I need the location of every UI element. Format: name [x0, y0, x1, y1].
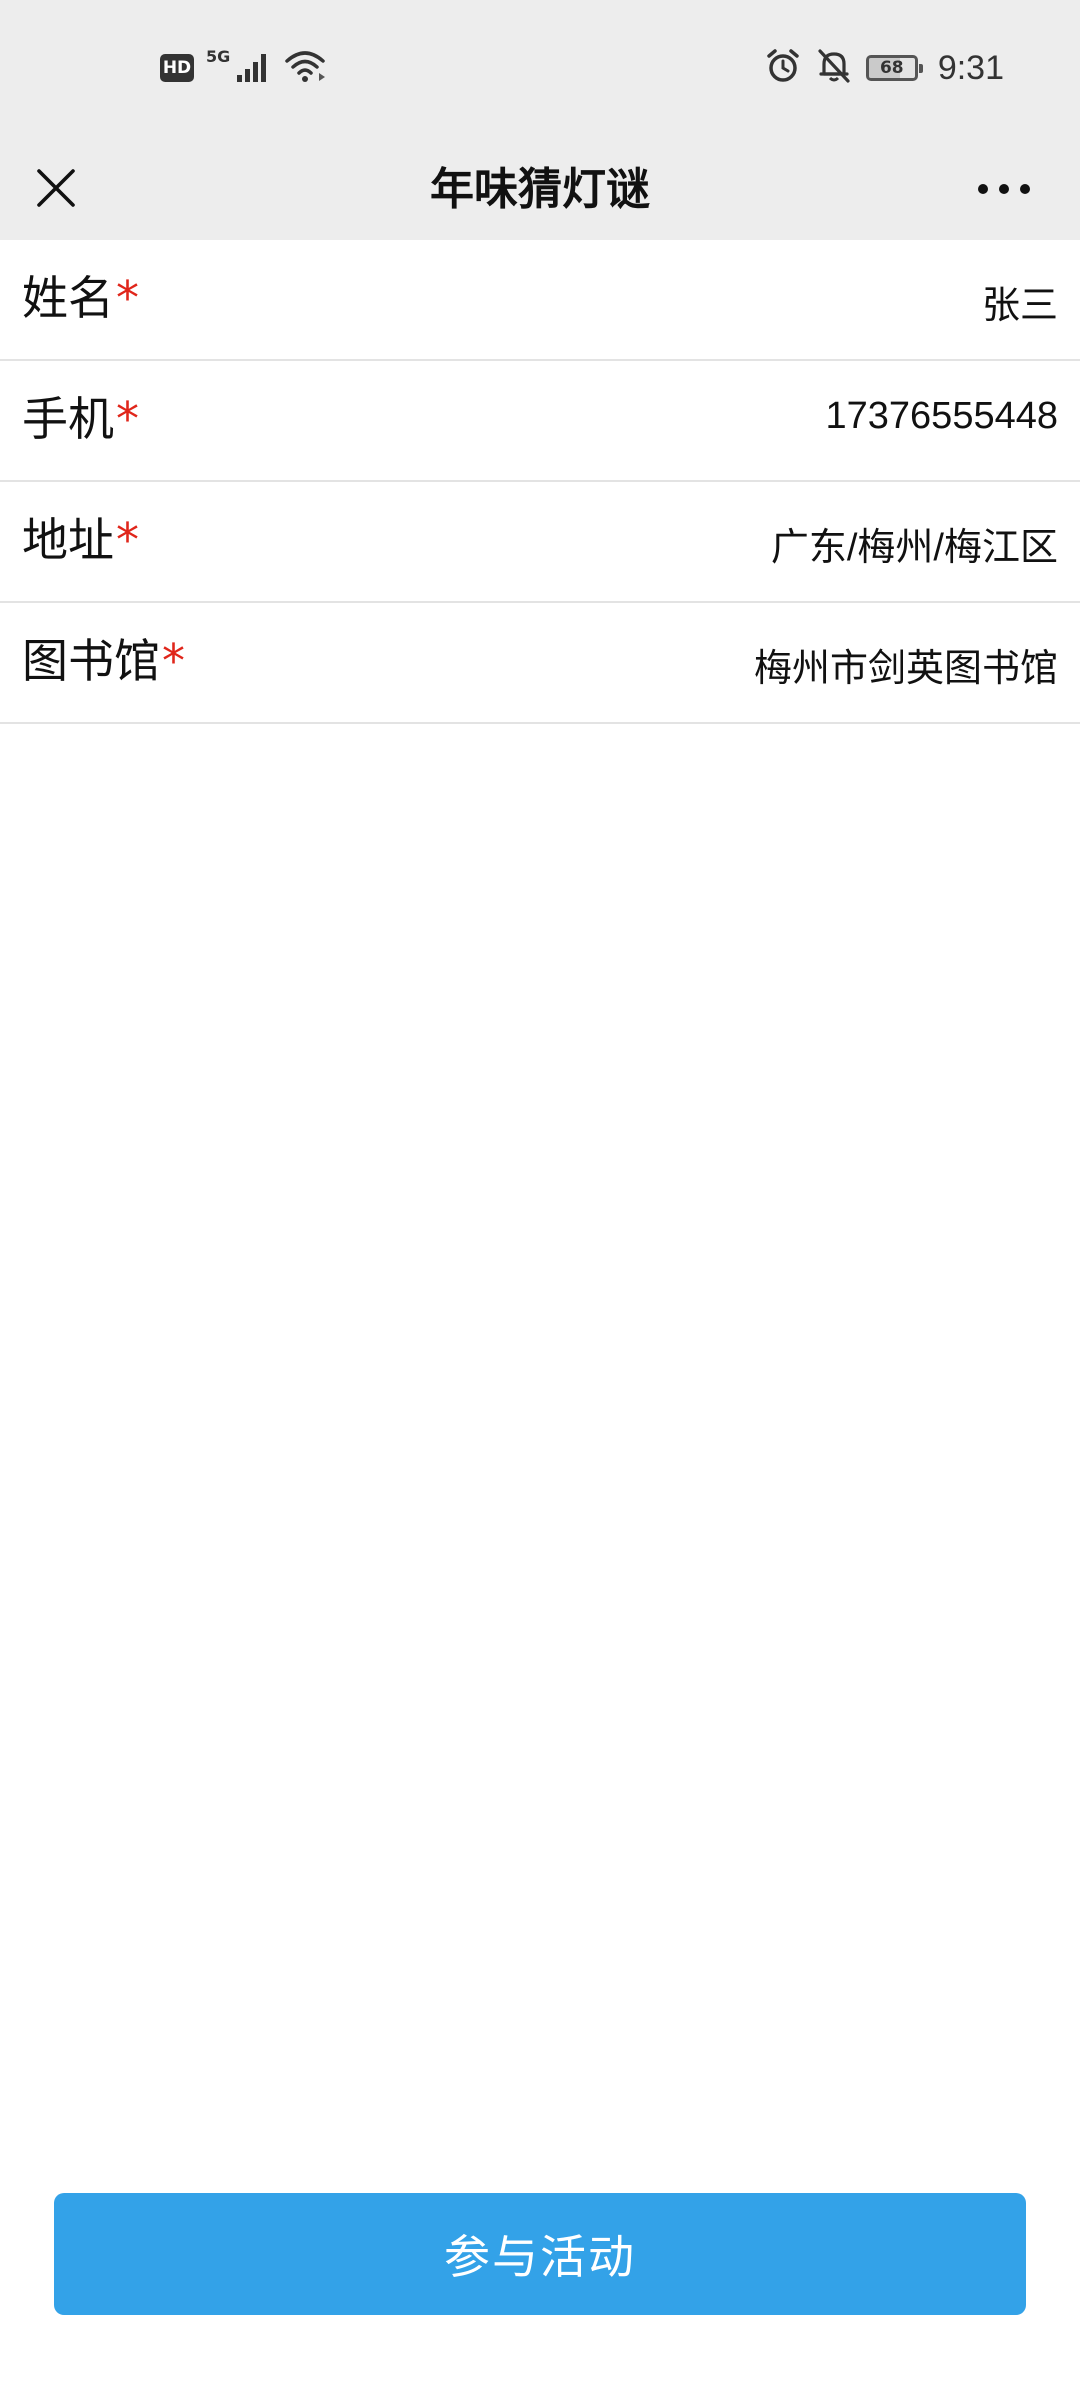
status-bar: HD 5G 68 9:31: [0, 0, 1080, 140]
form-row-name[interactable]: 姓名* 张三: [0, 240, 1080, 361]
status-bar-left: HD 5G: [160, 44, 326, 92]
address-value[interactable]: 广东/梅州/梅江区: [771, 516, 1058, 571]
more-options-button[interactable]: [968, 158, 1040, 222]
alarm-icon: [764, 47, 802, 89]
form-row-address[interactable]: 地址* 广东/梅州/梅江区: [0, 482, 1080, 603]
required-mark: *: [116, 513, 139, 567]
wifi-icon: [284, 49, 326, 87]
library-label: 图书馆: [22, 634, 160, 688]
signal-icon: [236, 49, 272, 87]
required-mark: *: [116, 271, 139, 325]
mute-bell-icon: [816, 47, 852, 89]
name-label: 姓名: [22, 271, 114, 325]
form-row-library[interactable]: 图书馆* 梅州市剑英图书馆: [0, 603, 1080, 724]
join-activity-button[interactable]: 参与活动: [54, 2193, 1026, 2315]
more-dots-icon: [976, 181, 1032, 200]
phone-label: 手机: [22, 392, 114, 446]
battery-level-text: 68: [879, 58, 904, 78]
required-mark: *: [116, 392, 139, 446]
form-row-phone[interactable]: 手机* 17376555448: [0, 361, 1080, 482]
required-mark: *: [162, 634, 185, 688]
library-value[interactable]: 梅州市剑英图书馆: [754, 637, 1058, 692]
network-type-label: 5G: [206, 46, 231, 66]
registration-form: 姓名* 张三 手机* 17376555448 地址* 广东/梅州/梅江区 图书馆…: [0, 240, 1080, 724]
status-bar-right: 68 9:31: [764, 44, 1004, 92]
page-title: 年味猜灯谜: [430, 164, 650, 215]
name-value[interactable]: 张三: [982, 274, 1058, 329]
title-bar: 年味猜灯谜: [0, 140, 1080, 240]
phone-value[interactable]: 17376555448: [826, 395, 1058, 438]
address-label: 地址: [22, 513, 114, 567]
status-time: 9:31: [937, 48, 1004, 87]
battery-icon: 68: [865, 55, 923, 81]
hd-icon: HD: [160, 54, 194, 82]
